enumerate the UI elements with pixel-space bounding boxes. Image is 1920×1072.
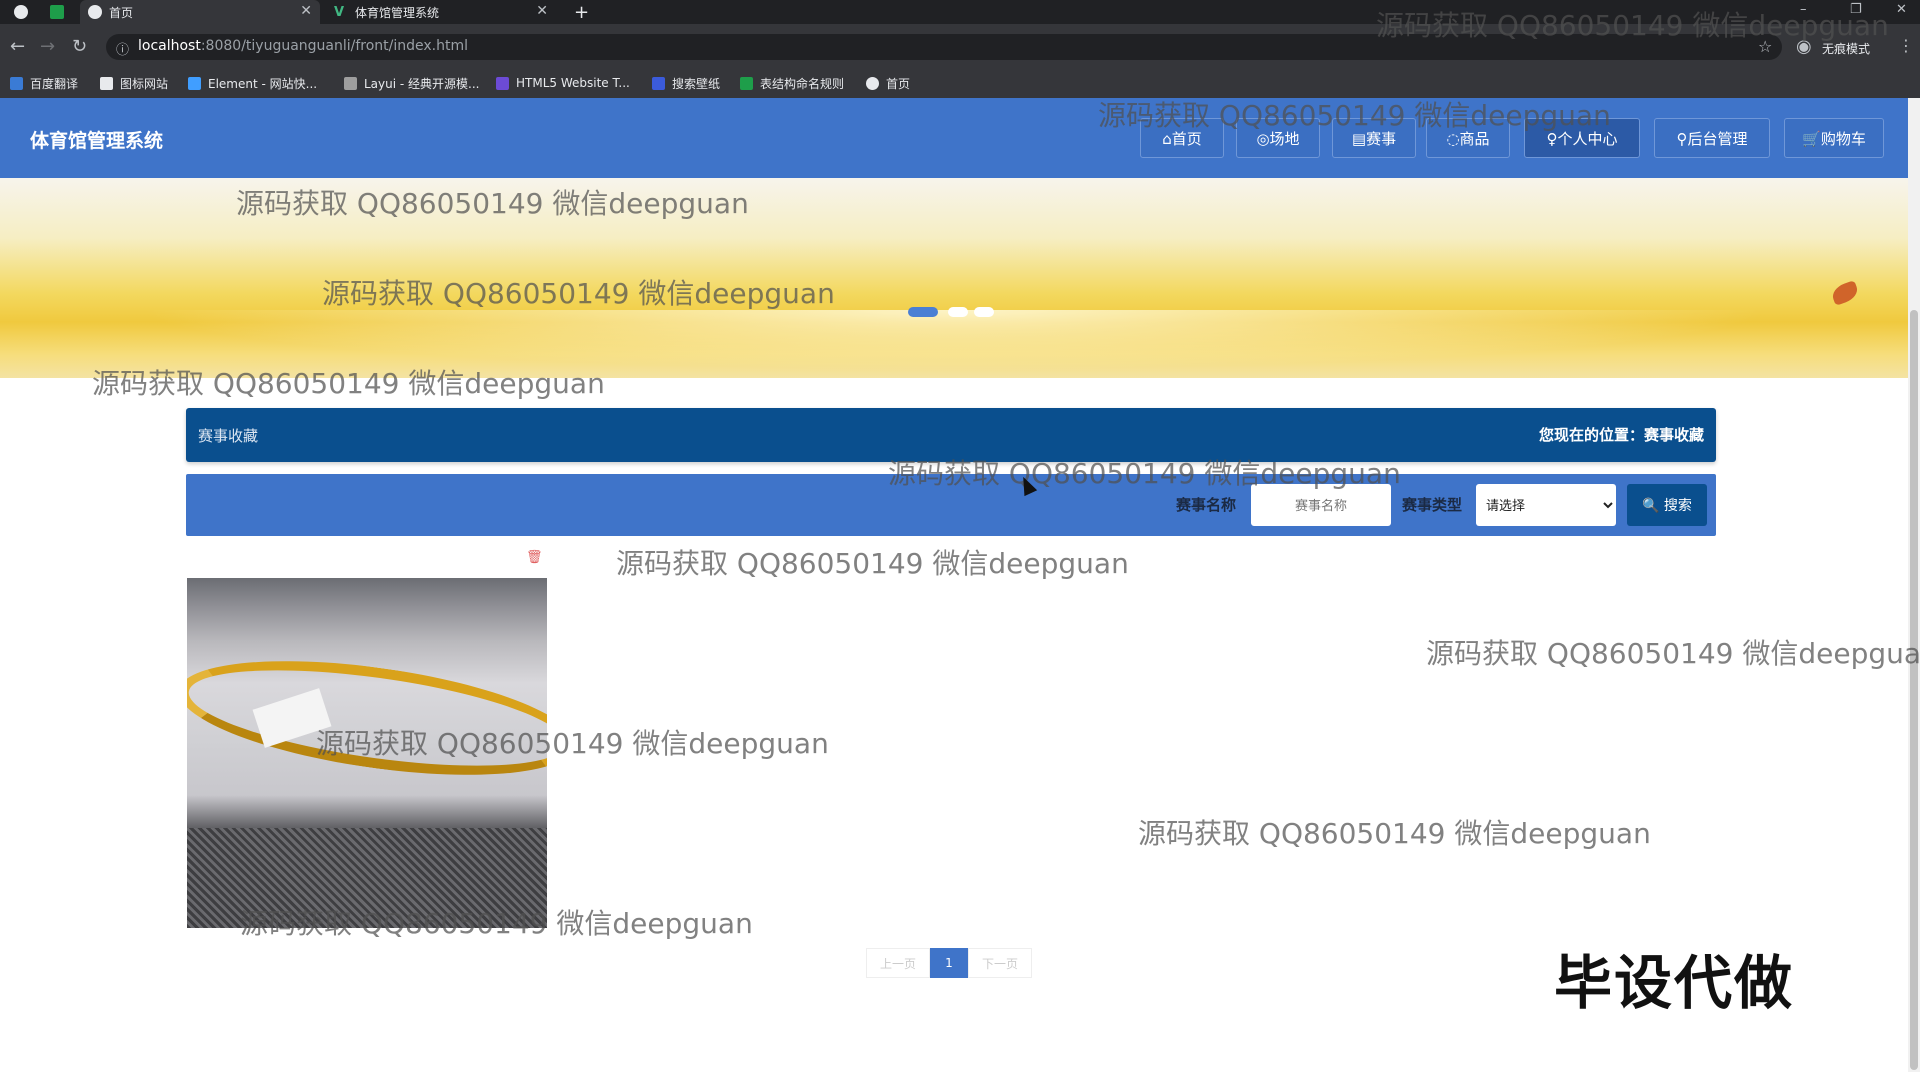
scrollbar-thumb[interactable] — [1910, 310, 1918, 1070]
gold-chain-shape — [187, 640, 547, 796]
bookmark-item[interactable]: 搜索壁纸 — [652, 71, 720, 95]
bookmark-label: 首页 — [886, 76, 911, 91]
sheet-icon — [50, 5, 64, 19]
flag-icon — [100, 76, 113, 90]
menu-icon[interactable]: ⋮ — [1898, 36, 1914, 55]
globe-icon — [866, 76, 879, 90]
nav-personal-center[interactable]: ♀个人中心 — [1524, 118, 1640, 158]
nav-admin[interactable]: ⚲后台管理 — [1654, 118, 1770, 158]
event-type-label: 赛事类型 — [1402, 496, 1463, 514]
pagination: 上一页 1 下一页 — [866, 948, 1032, 978]
browser-tab-home[interactable]: 首页 ✕ — [80, 0, 320, 24]
carousel-dot-1[interactable] — [908, 307, 938, 317]
bookmark-label: 搜索壁纸 — [672, 76, 721, 91]
globe-icon — [14, 5, 28, 19]
nav-goods[interactable]: ◌商品 — [1426, 118, 1510, 158]
location-value: 赛事收藏 — [1643, 426, 1704, 444]
reload-icon[interactable]: ↻ — [72, 36, 87, 57]
restore-icon[interactable]: ❐ — [1850, 2, 1862, 17]
corner-overlay-text: 毕设代做 — [1554, 949, 1795, 1017]
event-name-label: 赛事名称 — [1176, 496, 1237, 514]
site-header: 体育馆管理系统 ⌂首页 ◎场地 ▤赛事 ◌商品 ♀个人中心 ⚲后台管理 🛒购物车 — [0, 98, 1908, 178]
location-prefix: 您现在的位置： — [1538, 426, 1644, 444]
nav-venue[interactable]: ◎场地 — [1236, 118, 1320, 158]
nav-home[interactable]: ⌂首页 — [1140, 118, 1224, 158]
bookmark-item[interactable]: 首页 — [866, 71, 910, 95]
leaf-decoration — [1829, 280, 1861, 306]
incognito-label: 无痕模式 — [1822, 42, 1871, 56]
section-title: 赛事收藏 — [198, 427, 259, 445]
html5-icon — [496, 76, 509, 90]
page-number-button[interactable]: 1 — [930, 948, 968, 978]
url-host: localhost — [138, 38, 201, 54]
current-location: 您现在的位置：赛事收藏 — [1539, 424, 1704, 445]
close-icon[interactable]: ✕ — [300, 3, 312, 19]
bookmark-star-icon[interactable]: ☆ — [1758, 37, 1772, 56]
bookmark-label: Layui - 经典开源模... — [364, 76, 480, 91]
sheet-icon — [740, 76, 753, 90]
globe-icon — [88, 5, 102, 19]
url-text: localhost:8080/tiyuguanguanli/front/inde… — [138, 38, 468, 54]
vue-icon: V — [334, 5, 345, 20]
close-icon[interactable]: ✕ — [536, 3, 548, 19]
search-bar: 赛事名称 赛事类型 请选择 🔍 搜索 — [186, 474, 1716, 536]
prev-page-button[interactable]: 上一页 — [866, 948, 930, 978]
site-title: 体育馆管理系统 — [30, 130, 164, 152]
bookmark-item[interactable]: HTML5 Website T... — [496, 71, 630, 95]
browser-tab-gym[interactable]: V 体育馆管理系统 ✕ — [326, 0, 556, 24]
tab-title: 体育馆管理系统 — [355, 5, 440, 20]
banner-carousel[interactable] — [0, 178, 1908, 380]
bookmark-item[interactable]: 图标网站 — [100, 71, 168, 95]
bookmark-label: HTML5 Website T... — [516, 76, 630, 90]
wallpaper-icon — [652, 76, 665, 90]
bookmark-icon — [10, 76, 23, 90]
carousel-dot-3[interactable] — [974, 307, 994, 317]
new-tab-button[interactable]: + — [574, 0, 594, 24]
nav-events[interactable]: ▤赛事 — [1332, 118, 1416, 158]
page-content: 体育馆管理系统 ⌂首页 ◎场地 ▤赛事 ◌商品 ♀个人中心 ⚲后台管理 🛒购物车… — [0, 98, 1908, 1072]
element-icon — [188, 76, 201, 90]
tab-title: 首页 — [109, 5, 134, 20]
incognito-icon: ◉ — [1796, 36, 1812, 57]
fabric-shape — [187, 828, 547, 928]
next-page-button[interactable]: 下一页 — [968, 948, 1032, 978]
bookmark-label: 表结构命名规则 — [760, 76, 845, 91]
breadcrumb: 赛事收藏 您现在的位置：赛事收藏 — [186, 408, 1716, 462]
event-image[interactable] — [187, 578, 547, 928]
back-icon[interactable]: ← — [10, 36, 25, 57]
search-button[interactable]: 🔍 搜索 — [1627, 484, 1707, 526]
bookmark-label: Element - 网站快... — [208, 76, 318, 91]
nav-cart[interactable]: 🛒购物车 — [1784, 118, 1884, 158]
bookmark-item[interactable]: 表结构命名规则 — [740, 71, 844, 95]
bookmark-label: 图标网站 — [120, 76, 169, 91]
forward-icon[interactable]: → — [40, 36, 55, 57]
event-name-input[interactable] — [1251, 484, 1391, 526]
bookmark-item[interactable]: Element - 网站快... — [188, 71, 317, 95]
bookmark-label: 百度翻译 — [30, 76, 79, 91]
carousel-dot-2[interactable] — [948, 307, 968, 317]
info-icon[interactable]: ⓘ — [116, 39, 129, 58]
layui-icon — [344, 76, 357, 90]
close-window-icon[interactable]: ✕ — [1896, 2, 1907, 17]
event-type-select[interactable]: 请选择 — [1476, 484, 1616, 526]
browser-tab-pinned-1[interactable] — [8, 0, 36, 24]
minimize-icon[interactable]: – — [1800, 2, 1807, 17]
bookmark-item[interactable]: Layui - 经典开源模... — [344, 71, 479, 95]
trash-icon[interactable]: 🗑 — [526, 551, 543, 565]
banner-hill — [0, 310, 1908, 380]
url-path: :8080/tiyuguanguanli/front/index.html — [200, 38, 469, 54]
browser-tab-pinned-2[interactable] — [44, 0, 72, 24]
bookmark-item[interactable]: 百度翻译 — [10, 71, 78, 95]
